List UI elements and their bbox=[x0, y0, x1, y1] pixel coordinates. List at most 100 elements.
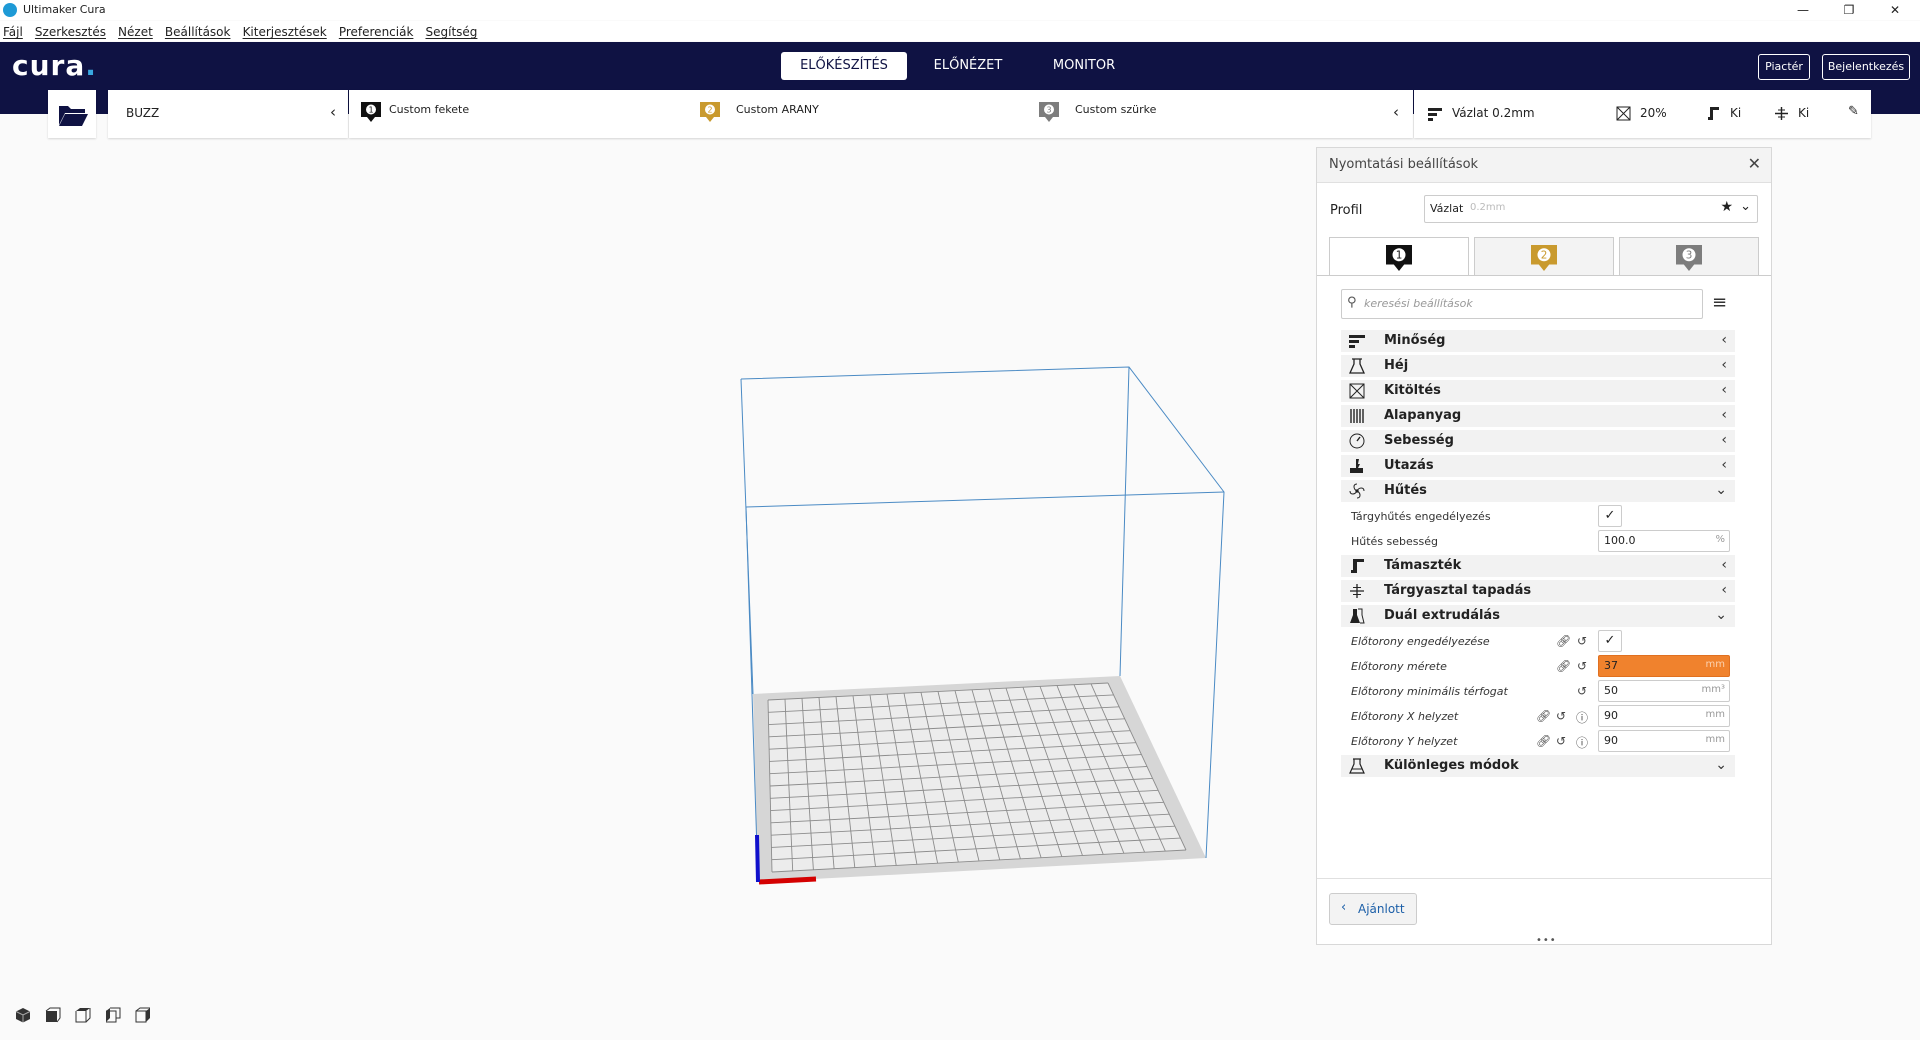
profile-label: Profil bbox=[1330, 203, 1363, 218]
field-value: 90 bbox=[1604, 734, 1618, 747]
field-unit: mm bbox=[1705, 659, 1725, 670]
tab-monitor[interactable]: MONITOR bbox=[1036, 52, 1132, 80]
grid-line bbox=[770, 777, 1153, 799]
field-value: 37 bbox=[1604, 659, 1618, 672]
grid-line bbox=[767, 699, 773, 873]
prime-tower-enable-checkbox[interactable]: ✓ bbox=[1598, 630, 1622, 652]
svg-text:3: 3 bbox=[1046, 106, 1051, 115]
category-infill[interactable]: Kitöltés ‹ bbox=[1341, 380, 1735, 402]
extruder-2-icon: 2 bbox=[1531, 245, 1557, 271]
info-icon[interactable]: ⓘ bbox=[1576, 734, 1588, 751]
chevron-left-icon: ‹ bbox=[330, 103, 336, 121]
grid-line bbox=[771, 825, 1175, 848]
category-label: Duál extrudálás bbox=[1384, 608, 1500, 623]
cura-app-icon bbox=[3, 3, 17, 17]
restore-button[interactable]: ❐ bbox=[1826, 0, 1872, 20]
view-front-icon[interactable] bbox=[44, 1006, 62, 1024]
category-label: Tárgyasztal tapadás bbox=[1384, 583, 1532, 598]
print-setup-selector[interactable]: Vázlat 0.2mm 20% Ki Ki ✎ bbox=[1414, 90, 1871, 138]
profile-dropdown[interactable]: Vázlat 0.2mm ★ ⌄ bbox=[1424, 195, 1758, 223]
grid-line bbox=[1039, 686, 1104, 855]
setting-fan-speed: Hűtés sebesség 100.0 % bbox=[1341, 530, 1735, 552]
reset-icon[interactable]: ↺ bbox=[1556, 709, 1566, 723]
category-adhesion[interactable]: Tárgyasztal tapadás ‹ bbox=[1341, 580, 1735, 602]
reset-icon[interactable]: ↺ bbox=[1577, 684, 1587, 698]
grid-line bbox=[770, 789, 1159, 812]
edit-pencil-icon[interactable]: ✎ bbox=[1848, 104, 1859, 119]
quality-icon bbox=[1349, 335, 1365, 348]
tab-preview[interactable]: ELŐNÉZET bbox=[920, 52, 1016, 80]
folder-icon bbox=[59, 106, 88, 126]
prime-tower-min-volume-input[interactable]: 50 mm³ bbox=[1598, 680, 1730, 702]
setting-prime-tower-x: Előtorony X helyzet 🔗︎ ↺ ⓘ 90 mm bbox=[1341, 705, 1735, 727]
chevron-left-icon: ‹ bbox=[1393, 103, 1399, 121]
link-icon[interactable]: 🔗︎ bbox=[1536, 709, 1551, 723]
grid-line bbox=[767, 682, 1109, 701]
menu-extensions[interactable]: Kiterjesztések bbox=[243, 22, 327, 42]
category-speed[interactable]: Sebesség ‹ bbox=[1341, 430, 1735, 452]
grid-line bbox=[771, 849, 1187, 873]
category-shell[interactable]: Héj ‹ bbox=[1341, 355, 1735, 377]
window-title: Ultimaker Cura bbox=[23, 3, 106, 16]
view-3d-icon[interactable] bbox=[14, 1006, 32, 1024]
menu-settings[interactable]: Beállítások bbox=[165, 22, 231, 42]
grid-line bbox=[869, 694, 897, 866]
reset-icon[interactable]: ↺ bbox=[1577, 634, 1587, 648]
close-window-button[interactable]: ✕ bbox=[1872, 0, 1918, 20]
machine-selector[interactable]: BUZZ ‹ bbox=[108, 90, 348, 138]
minimize-button[interactable]: — bbox=[1780, 0, 1826, 20]
tab-extruder-1[interactable]: 1 bbox=[1329, 237, 1469, 276]
tab-extruder-3[interactable]: 3 bbox=[1619, 237, 1759, 276]
view-top-icon[interactable] bbox=[74, 1006, 92, 1024]
category-label: Hűtés bbox=[1384, 483, 1427, 498]
tab-prepare[interactable]: ELŐKÉSZÍTÉS bbox=[781, 52, 907, 80]
reset-icon[interactable]: ↺ bbox=[1556, 734, 1566, 748]
prime-tower-x-input[interactable]: 90 mm bbox=[1598, 705, 1730, 727]
menu-edit[interactable]: Szerkesztés bbox=[35, 22, 106, 42]
menu-view[interactable]: Nézet bbox=[118, 22, 153, 42]
category-quality[interactable]: Minőség ‹ bbox=[1341, 330, 1735, 352]
view-left-icon[interactable] bbox=[104, 1006, 122, 1024]
recommended-mode-button[interactable]: ‹ Ajánlott bbox=[1329, 893, 1417, 925]
extruder-1-icon: 1 bbox=[361, 102, 381, 122]
prime-tower-size-input[interactable]: 37 mm bbox=[1598, 655, 1730, 677]
category-support[interactable]: Támaszték ‹ bbox=[1341, 555, 1735, 577]
prime-tower-y-input[interactable]: 90 mm bbox=[1598, 730, 1730, 752]
setting-label: Tárgyhűtés engedélyezés bbox=[1351, 510, 1491, 523]
menu-file[interactable]: Fájl bbox=[3, 22, 23, 42]
star-icon[interactable]: ★ bbox=[1720, 199, 1733, 215]
svg-text:2: 2 bbox=[707, 106, 712, 115]
settings-search-input[interactable]: ⚲ keresési beállítások bbox=[1341, 289, 1703, 319]
chevron-down-icon: ⌄ bbox=[1715, 482, 1727, 498]
link-icon[interactable]: 🔗︎ bbox=[1556, 634, 1571, 648]
link-icon[interactable]: 🔗︎ bbox=[1556, 659, 1571, 673]
category-cooling[interactable]: Hűtés ⌄ bbox=[1341, 480, 1735, 502]
category-dual-extrusion[interactable]: Duál extrudálás ⌄ bbox=[1341, 605, 1735, 627]
category-travel[interactable]: Utazás ‹ bbox=[1341, 455, 1735, 477]
cooling-enable-checkbox[interactable]: ✓ bbox=[1598, 505, 1622, 527]
tab-divider bbox=[1317, 275, 1771, 276]
support-icon bbox=[1351, 559, 1364, 573]
tab-extruder-2[interactable]: 2 bbox=[1474, 237, 1614, 276]
build-plate bbox=[753, 676, 1206, 882]
setting-label: Előtorony Y helyzet bbox=[1351, 735, 1458, 748]
marketplace-button[interactable]: Piactér bbox=[1758, 54, 1810, 80]
resize-handle-icon[interactable]: ••• bbox=[1536, 935, 1557, 946]
menu-help[interactable]: Segítség bbox=[426, 22, 478, 42]
reset-icon[interactable]: ↺ bbox=[1577, 659, 1587, 673]
extruder-configuration[interactable]: 1 Custom fekete 2 Custom ARANY 3 Custom … bbox=[349, 90, 1413, 138]
info-icon[interactable]: ⓘ bbox=[1576, 709, 1588, 726]
category-special-modes[interactable]: Különleges módok ⌄ bbox=[1341, 755, 1735, 777]
link-icon[interactable]: 🔗︎ bbox=[1536, 734, 1551, 748]
fan-speed-input[interactable]: 100.0 % bbox=[1598, 530, 1730, 552]
grid-line bbox=[937, 691, 980, 862]
close-icon[interactable]: ✕ bbox=[1748, 154, 1761, 173]
menu-preferences[interactable]: Preferenciák bbox=[339, 22, 414, 42]
svg-text:1: 1 bbox=[368, 106, 373, 115]
view-right-icon[interactable] bbox=[134, 1006, 152, 1024]
extruder-3-icon: 3 bbox=[1676, 245, 1702, 271]
settings-menu-icon[interactable]: ≡ bbox=[1712, 292, 1727, 313]
open-file-button[interactable] bbox=[48, 90, 96, 138]
login-button[interactable]: Bejelentkezés bbox=[1822, 54, 1910, 80]
category-material[interactable]: Alapanyag ‹ bbox=[1341, 405, 1735, 427]
